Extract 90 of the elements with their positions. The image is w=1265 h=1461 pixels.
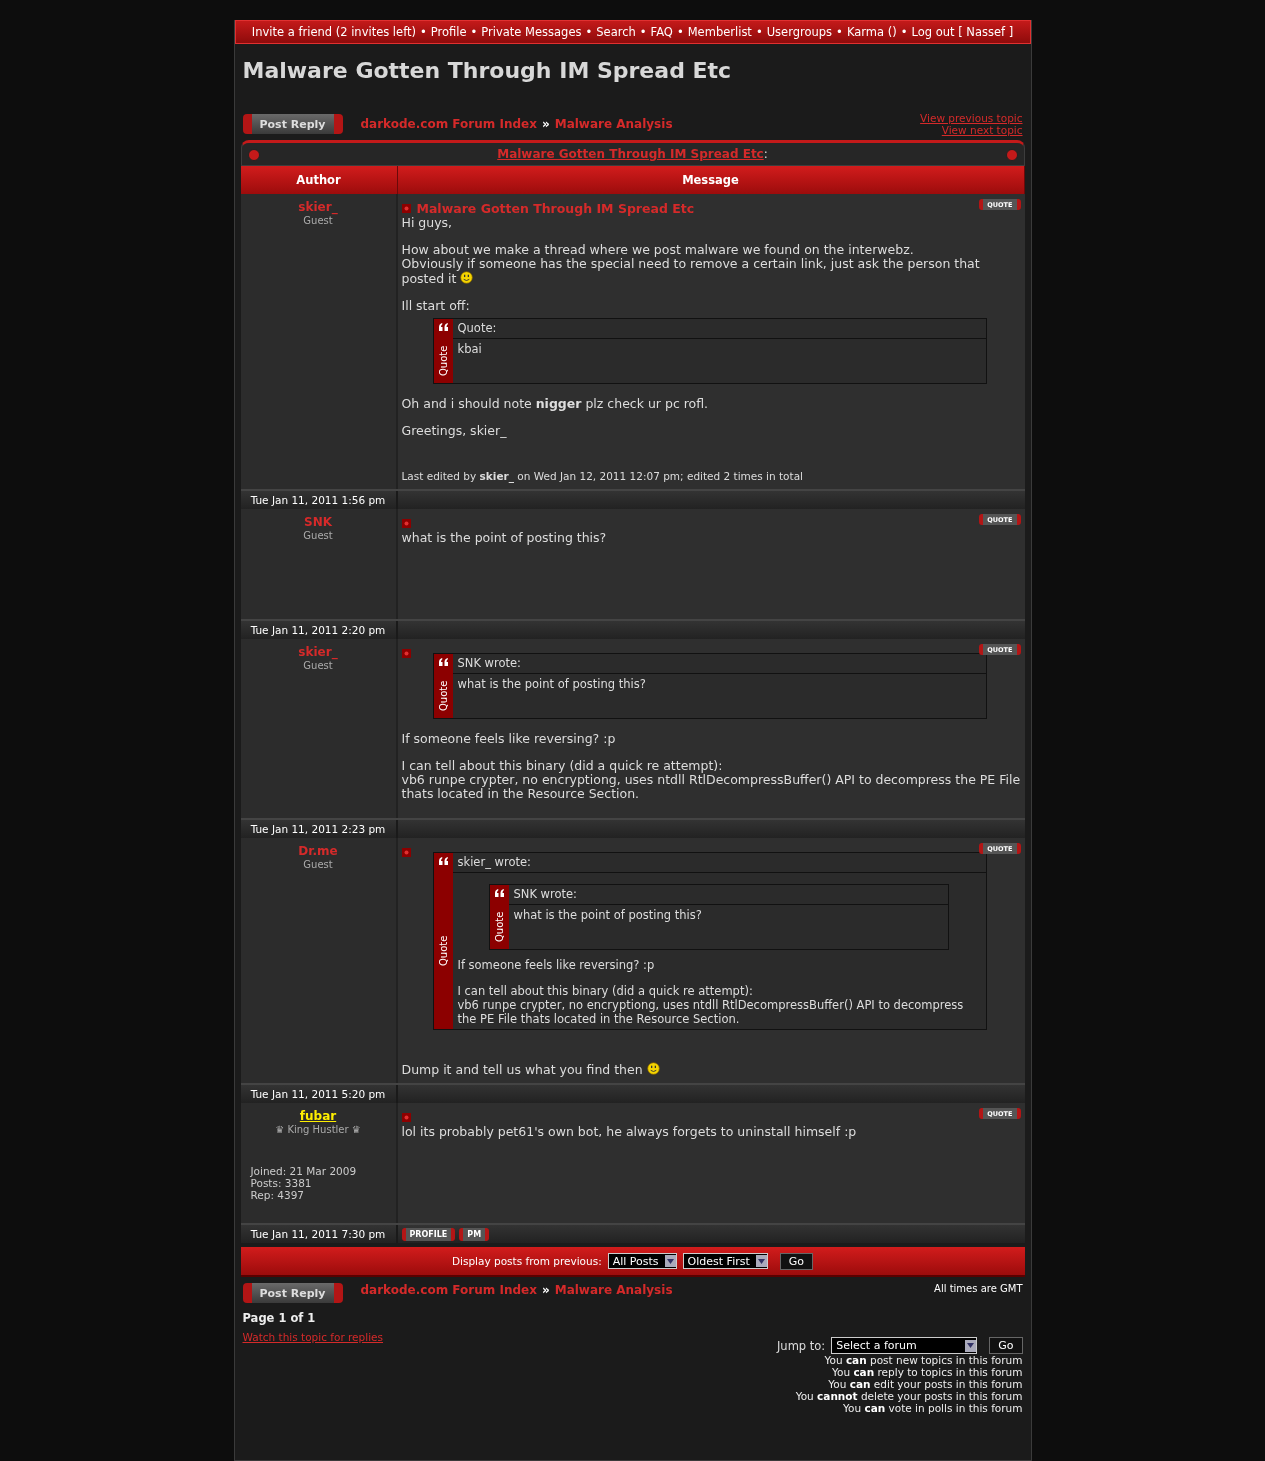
post-text: Hi guys, [401,216,454,230]
nav-link[interactable]: Private Messages [481,25,582,39]
permission-text: You can vote in polls in this forum [843,1402,1023,1414]
post-text: Ill start off: [401,299,471,313]
post-reply-button[interactable]: Post Reply [242,1283,343,1303]
post-icon [401,518,411,528]
permission-text: You can edit your posts in this forum [828,1378,1023,1390]
post-text: kbai [457,342,483,356]
dropdown-arrow-icon [664,1255,676,1267]
post-text: If someone feels like reversing? :p [457,958,656,972]
author-stat: Rep: 4397 [250,1189,306,1201]
quote-header: Quote: [452,319,986,339]
quote-label: Quote [437,934,449,968]
author-rank: Guest [303,215,333,226]
quote-label: Quote [437,344,449,378]
corner-dot [1005,149,1018,161]
breadcrumb-separator: » [541,1283,550,1297]
permission-text: You can post new topics in this forum [824,1354,1023,1366]
author-rank: Guest [303,660,333,671]
nav-link[interactable]: Search [596,25,636,39]
author-stat: Posts: 3381 [250,1177,313,1189]
edit-note: Last edited by skier_ on Wed Jan 12, 2011 12:07 pm; edited 2 times in total [401,469,804,483]
previous-topic-link[interactable]: View previous topic [920,112,1023,124]
separator: • [836,25,843,39]
post-text: I can tell about this binary (did a quick re attempt): vb6 runpe crypter, no encryptiong, uses ntdll RtlDecompressBuffer() API to decompress the PE File thats located in the Resource Section. [401,759,1021,801]
post-icon [401,847,411,857]
post-text: Greetings, skier_ [401,424,508,438]
dropdown[interactable]: All Posts [607,1253,677,1269]
topic-title: Malware Gotten Through IM Spread Etc [242,58,733,85]
permission-text: You cannot delete your posts in this forum [795,1390,1023,1402]
separator: • [755,25,763,39]
jump-label: Jump to: [776,1338,826,1353]
separator: • [585,25,593,39]
watch-topic-link[interactable]: Watch this topic for replies [242,1331,383,1343]
go-button[interactable]: Go [989,1337,1023,1354]
author-rank: Guest [303,530,333,541]
post-text: what is the point of posting this? [513,908,703,922]
breadcrumb-separator: » [541,117,550,131]
title-colon: : [763,147,768,161]
quote-mark-icon [493,889,505,897]
quote-mark-icon [437,658,449,666]
separator: • [470,25,478,39]
post-reply-button[interactable]: Post Reply [242,114,343,134]
quote-header: SNK wrote: [508,885,948,905]
permission-text: You can reply to topics in this forum [831,1366,1023,1378]
timezone-note: All times are GMT [934,1283,1023,1294]
post-icon [401,203,411,213]
nav-link[interactable]: Memberlist [687,25,752,39]
separator: • [420,25,427,39]
post-text: How about we make a thread where we post malware we found on the interwebz. Obviously if someone has the special need to remove a certain link, just ask the person that posted it [401,243,981,286]
dropdown-arrow-icon [755,1255,767,1267]
author-rank: Guest [303,859,333,870]
quote-label: Quote [493,910,505,944]
nav-link[interactable]: FAQ [650,25,673,39]
nav-link[interactable]: Invite a friend (2 invites left) [251,25,416,39]
post-time: Tue Jan 11, 2011 7:30 pm [240,1225,398,1243]
author-rank: ♛ King Hustler ♛ [275,1124,361,1135]
forum-dropdown[interactable]: Select a forum [831,1337,978,1354]
post-text: If someone feels like reversing? :p [401,732,617,746]
author-name[interactable]: fubar [299,1109,337,1123]
nav-link[interactable]: Log out [ Nassef ] [911,25,1014,39]
next-topic-link[interactable]: View next topic [941,124,1023,136]
quote-header: SNK wrote: [452,654,986,674]
profile-button[interactable]: PM [459,1227,490,1241]
go-button[interactable]: Go [779,1252,813,1270]
nav-link[interactable]: Karma () [846,25,897,39]
separator: • [639,25,647,39]
page-number: Page 1 of 1 [242,1311,317,1325]
post-subject: Malware Gotten Through IM Spread Etc [416,200,695,216]
author-stat: Joined: 21 Mar 2009 [250,1165,358,1177]
post-text: lol its probably pet61's own bot, he always forgets to uninstall himself :p [401,1125,858,1139]
dropdown[interactable]: Oldest First [682,1253,768,1269]
post-icon [401,648,411,658]
separator: • [676,25,684,39]
quote-mark-icon [437,857,449,865]
corner-dot [247,149,260,161]
post-text: I can tell about this binary (did a quick re attempt): vb6 runpe crypter, no encryptiong, uses ntdll RtlDecompressBuffer() API to decompress the PE File thats located in the Resource Section. [457,984,965,1026]
quote-header: skier_ wrote: [452,853,986,873]
post-text: Dump it and tell us what you find then [401,1062,1021,1077]
separator: • [900,25,908,39]
post-icon [401,1112,411,1122]
post-text: what is the point of posting this? [457,677,647,691]
nav-link[interactable]: Profile [430,25,467,39]
quote-mark-icon [437,323,449,331]
profile-button[interactable]: PROFILE [401,1227,456,1241]
display-label: Display posts from previous: [451,1255,602,1267]
quote-label: Quote [437,679,449,713]
post-text: Oh and i should note nigger plz check ur pc rofl. [401,397,710,411]
nav-link[interactable]: Usergroups [766,25,833,39]
post-text: what is the point of posting this? [401,531,608,545]
